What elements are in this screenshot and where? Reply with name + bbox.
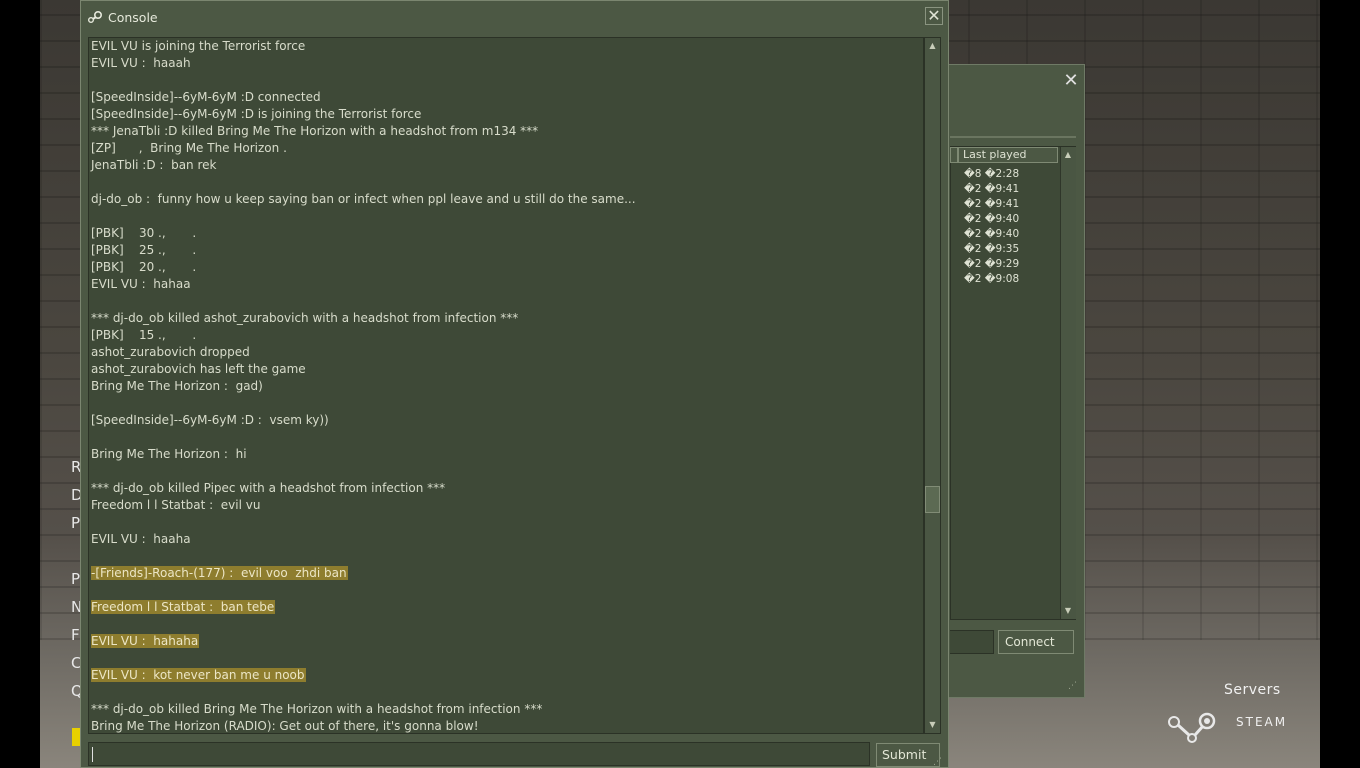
console-line-text: EVIL VU : haaha bbox=[91, 532, 191, 546]
server-browser-tab-strip bbox=[950, 136, 1076, 138]
console-line: dj-do_ob : funny how u keep saying ban o… bbox=[91, 191, 636, 208]
server-list-row[interactable]: �2 �9:40 bbox=[964, 213, 1019, 225]
server-browser-close-button[interactable]: ✕ bbox=[1062, 72, 1080, 90]
steam-logo-icon bbox=[1168, 712, 1216, 743]
highlighted-chat-text: EVIL VU : kot never ban me u noob bbox=[91, 668, 306, 682]
console-line-text: [SpeedInside]--6yM-6yM :D connected bbox=[91, 90, 321, 104]
console-line: JenaTbli :D : ban rek bbox=[91, 157, 216, 174]
console-line-text: [SpeedInside]--6yM-6yM :D is joining the… bbox=[91, 107, 422, 121]
console-line-text: [PBK] 30 ., . bbox=[91, 226, 197, 240]
console-line: Bring Me The Horizon : hi bbox=[91, 446, 247, 463]
menu-item-letter[interactable]: P bbox=[71, 570, 80, 588]
console-close-button[interactable]: ✕ bbox=[925, 7, 943, 25]
console-line-text: *** JenaTbli :D killed Bring Me The Hori… bbox=[91, 124, 539, 138]
console-line: Bring Me The Horizon : gad) bbox=[91, 378, 263, 395]
server-list-row[interactable]: �2 �9:41 bbox=[964, 183, 1019, 195]
highlighted-chat-text: EVIL VU : hahaha bbox=[91, 634, 200, 648]
console-scroll-thumb[interactable] bbox=[925, 486, 940, 513]
console-line-text: [PBK] 20 ., . bbox=[91, 260, 197, 274]
server-list-scroll-up-icon[interactable]: ▲ bbox=[1061, 148, 1075, 162]
console-line: EVIL VU is joining the Terrorist force bbox=[91, 38, 305, 55]
console-line: EVIL VU : kot never ban me u noob bbox=[91, 667, 306, 684]
console-line-text: [PBK] 15 ., . bbox=[91, 328, 197, 342]
servers-label[interactable]: Servers bbox=[1224, 682, 1281, 698]
server-address-input[interactable] bbox=[950, 630, 994, 654]
server-browser-resize-grip[interactable]: ⋰ bbox=[1068, 681, 1078, 691]
console-line: [PBK] 25 ., . bbox=[91, 242, 196, 259]
console-output[interactable]: EVIL VU is joining the Terrorist force EV… bbox=[88, 37, 924, 734]
console-line: [PBK] 15 ., . bbox=[91, 327, 196, 344]
console-line-text: dj-do_ob : funny how u keep saying ban o… bbox=[91, 192, 636, 206]
last-played-column-header[interactable]: Last played bbox=[958, 147, 1058, 163]
console-line: [PBK] 30 ., . bbox=[91, 225, 196, 242]
console-line-text: [PBK] 25 ., . bbox=[91, 243, 197, 257]
console-line: Bring Me The Horizon (RADIO): Get out of… bbox=[91, 718, 479, 733]
highlighted-chat-text: Freedom l l Statbat : ban tebe bbox=[91, 600, 276, 614]
console-line-text: [ZP] , Bring Me The Horizon . bbox=[91, 141, 287, 155]
console-line: *** JenaTbli :D killed Bring Me The Hori… bbox=[91, 123, 538, 140]
console-line-text: EVIL VU is joining the Terrorist force bbox=[91, 39, 306, 53]
submit-button[interactable]: Submit bbox=[876, 743, 940, 767]
scroll-down-icon[interactable]: ▼ bbox=[925, 718, 940, 732]
console-command-input[interactable] bbox=[88, 742, 870, 766]
steam-icon bbox=[88, 10, 103, 23]
console-line: *** dj-do_ob killed ashot_zurabovich wit… bbox=[91, 310, 518, 327]
menu-item-letter[interactable]: F bbox=[71, 626, 80, 644]
server-list-row[interactable]: �8 �2:28 bbox=[964, 168, 1019, 180]
console-line: EVIL VU : hahaha bbox=[91, 633, 200, 650]
scroll-up-icon[interactable]: ▲ bbox=[925, 39, 940, 53]
console-line-text: Bring Me The Horizon : gad) bbox=[91, 379, 263, 393]
console-line: [SpeedInside]--6yM-6yM :D connected bbox=[91, 89, 321, 106]
console-line: Freedom l l Statbat : ban tebe bbox=[91, 599, 276, 616]
console-line-text: *** dj-do_ob killed ashot_zurabovich wit… bbox=[91, 311, 519, 325]
text-caret bbox=[92, 747, 93, 762]
server-list-row[interactable]: �2 �9:40 bbox=[964, 228, 1019, 240]
server-list-scrollbar[interactable] bbox=[1060, 147, 1076, 619]
console-scrollbar[interactable] bbox=[924, 37, 941, 734]
console-line: ashot_zurabovich dropped bbox=[91, 344, 250, 361]
console-line-text: ashot_zurabovich dropped bbox=[91, 345, 250, 359]
console-line: [SpeedInside]--6yM-6yM :D : vsem ky)) bbox=[91, 412, 329, 429]
console-line-text: *** dj-do_ob killed Pipec with a headsho… bbox=[91, 481, 446, 495]
connect-button[interactable]: Connect bbox=[998, 630, 1074, 654]
server-list-row[interactable]: �2 �9:29 bbox=[964, 258, 1019, 270]
console-line: Freedom l l Statbat : evil vu bbox=[91, 497, 260, 514]
server-list-row[interactable]: �2 �9:08 bbox=[964, 273, 1019, 285]
console-line-text: EVIL VU : haaah bbox=[91, 56, 191, 70]
console-line-text: ashot_zurabovich has left the game bbox=[91, 362, 306, 376]
console-line: EVIL VU : haaha bbox=[91, 531, 191, 548]
console-line-text: Bring Me The Horizon : hi bbox=[91, 447, 247, 461]
server-list-scroll-down-icon[interactable]: ▼ bbox=[1061, 604, 1075, 618]
server-list-row[interactable]: �2 �9:41 bbox=[964, 198, 1019, 210]
server-list-column-header[interactable] bbox=[950, 147, 958, 163]
console-line: EVIL VU : haaah bbox=[91, 55, 191, 72]
console-line: *** dj-do_ob killed Bring Me The Horizon… bbox=[91, 701, 542, 718]
console-line-text: [SpeedInside]--6yM-6yM :D : vsem ky)) bbox=[91, 413, 329, 427]
console-line-text: Bring Me The Horizon (RADIO): Get out of… bbox=[91, 719, 479, 733]
console-line: [SpeedInside]--6yM-6yM :D is joining the… bbox=[91, 106, 421, 123]
console-line-text: EVIL VU : hahaa bbox=[91, 277, 191, 291]
console-line: *** dj-do_ob killed Pipec with a headsho… bbox=[91, 480, 445, 497]
console-line: [PBK] 20 ., . bbox=[91, 259, 196, 276]
console-line-text: Freedom l l Statbat : evil vu bbox=[91, 498, 261, 512]
menu-item-letter[interactable]: P bbox=[71, 514, 80, 532]
console-line: EVIL VU : hahaa bbox=[91, 276, 191, 293]
console-line-text: JenaTbli :D : ban rek bbox=[91, 158, 217, 172]
console-line-text: *** dj-do_ob killed Bring Me The Horizon… bbox=[91, 702, 543, 716]
console-line: [ZP] , Bring Me The Horizon . bbox=[91, 140, 287, 157]
highlighted-chat-text: -[Friends]-Roach-(177) : evil voo zhdi b… bbox=[91, 566, 348, 580]
steam-label: STEAM bbox=[1236, 715, 1288, 729]
server-list-row[interactable]: �2 �9:35 bbox=[964, 243, 1019, 255]
console-line: -[Friends]-Roach-(177) : evil voo zhdi b… bbox=[91, 565, 348, 582]
console-title: Console bbox=[108, 10, 158, 25]
console-resize-grip[interactable]: ⋰ bbox=[933, 757, 943, 767]
console-line: ashot_zurabovich has left the game bbox=[91, 361, 306, 378]
